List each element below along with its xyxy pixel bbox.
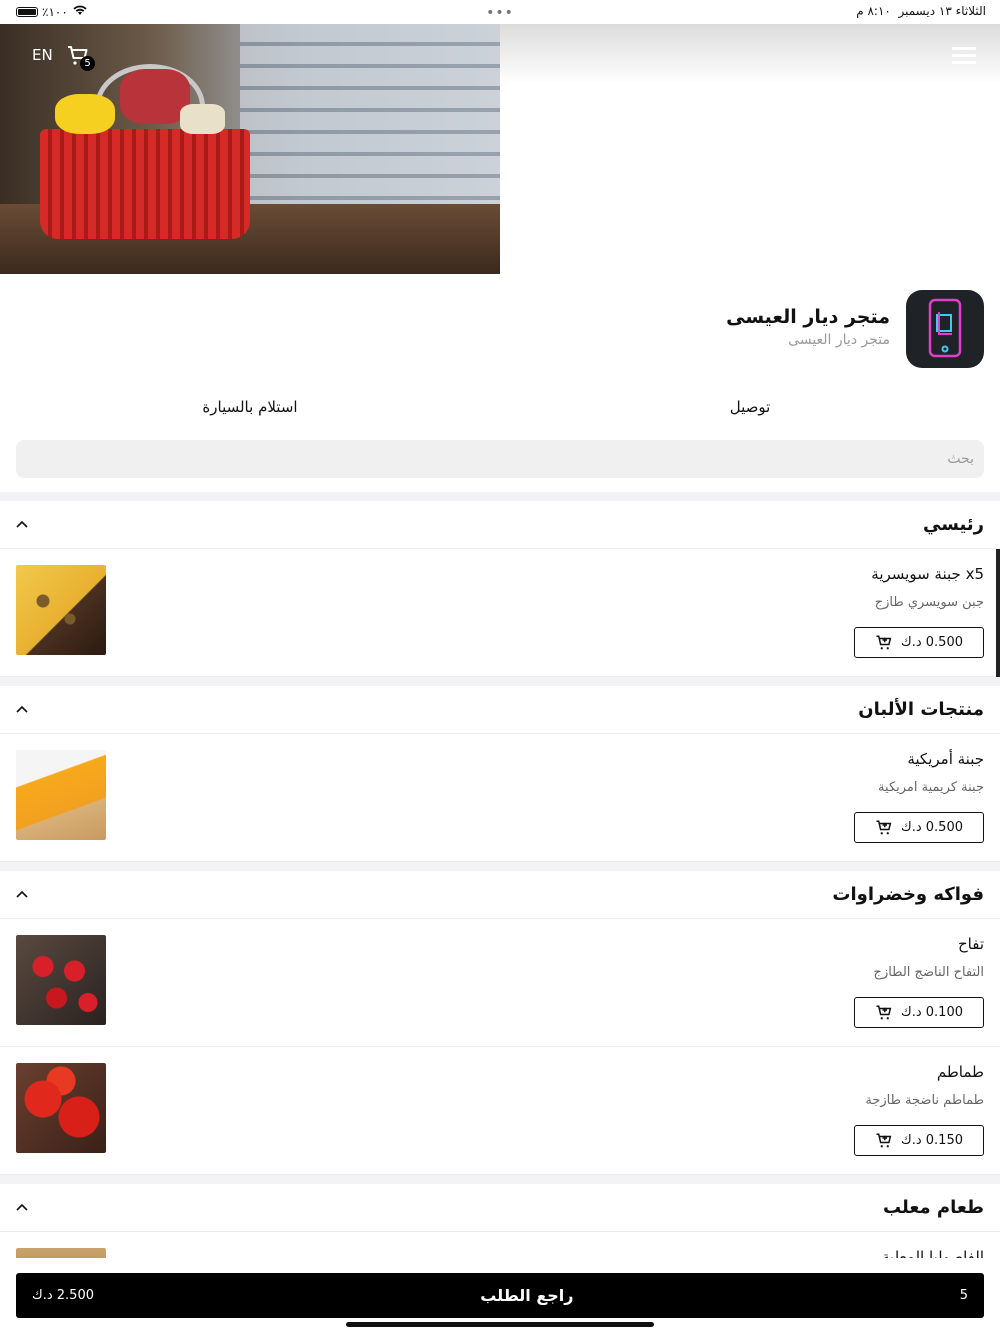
store-logo <box>906 290 984 368</box>
section-header[interactable]: رئيسي <box>0 501 1000 549</box>
item-description: التفاح الناضج الطازج <box>873 965 984 980</box>
item-name: طماطم <box>936 1063 984 1081</box>
multitask-dots-icon[interactable]: ••• <box>486 5 514 21</box>
section-header[interactable]: طعام معلب <box>0 1184 1000 1232</box>
wifi-icon <box>72 4 88 19</box>
list-item[interactable]: طماطم طماطم ناضجة طازجة 0.150 د.ك <box>0 1047 1000 1175</box>
item-description: طماطم ناضجة طازجة <box>865 1093 984 1108</box>
chevron-up-icon[interactable] <box>16 704 28 716</box>
status-left: ٪١٠٠ <box>16 4 88 19</box>
search-input[interactable] <box>16 440 984 478</box>
list-item[interactable]: x5 جبنة سويسرية جبن سويسري طازج 0.500 د.… <box>0 549 1000 677</box>
chevron-up-icon[interactable] <box>16 1202 28 1214</box>
item-name: الفاصوليا المعلبة <box>882 1248 984 1258</box>
home-indicator[interactable] <box>346 1322 654 1327</box>
section-title: طعام معلب <box>882 1197 984 1218</box>
tomatoes-image[interactable] <box>16 1063 106 1153</box>
tab-delivery[interactable]: توصيل <box>500 398 1000 416</box>
swiss-cheese-image[interactable] <box>16 565 106 655</box>
order-total: 2.500 د.ك <box>32 1288 94 1303</box>
status-bar: ٪١٠٠ ••• الثلاثاء ١٣ ديسمبر ٨:١٠ م <box>0 0 1000 24</box>
cart-add-icon <box>876 635 892 649</box>
section-title: رئيسي <box>923 514 984 535</box>
item-price: 0.100 د.ك <box>901 1005 963 1020</box>
add-to-cart-button[interactable]: 0.500 د.ك <box>854 627 984 658</box>
battery-icon <box>16 6 38 17</box>
item-description: جبن سويسري طازج <box>874 595 984 610</box>
status-clock: ٨:١٠ م <box>856 4 891 18</box>
american-cheese-image[interactable] <box>16 750 106 840</box>
cart-add-icon <box>876 1133 892 1147</box>
hamburger-menu-icon[interactable] <box>952 47 976 65</box>
language-toggle[interactable]: EN <box>32 46 53 64</box>
add-to-cart-button[interactable]: 0.500 د.ك <box>854 812 984 843</box>
cart-add-icon <box>876 820 892 834</box>
order-item-count: 5 <box>959 1288 968 1303</box>
item-description: جبنة كريمية امريكية <box>878 780 984 795</box>
order-mode-tabs: توصيل استلام بالسيارة <box>0 398 1000 428</box>
item-name: جبنة أمريكية <box>907 750 984 768</box>
store-name: متجر ديار العيسى <box>726 306 890 328</box>
review-order-label: راجع الطلب <box>480 1286 574 1305</box>
store-subtitle: متجر ديار العيسى <box>788 332 890 348</box>
cart-count-badge: 5 <box>80 56 95 71</box>
cart-add-icon <box>876 1005 892 1019</box>
chevron-up-icon[interactable] <box>16 519 28 531</box>
list-item[interactable]: الفاصوليا المعلبة <box>0 1232 1000 1258</box>
section-header[interactable]: منتجات الألبان <box>0 686 1000 734</box>
chevron-up-icon[interactable] <box>16 889 28 901</box>
item-name: x5 جبنة سويسرية <box>871 565 984 583</box>
add-to-cart-button[interactable]: 0.150 د.ك <box>854 1125 984 1156</box>
item-price: 0.500 د.ك <box>901 635 963 650</box>
section-title: فواكه وخضراوات <box>832 884 984 905</box>
section-header[interactable]: فواكه وخضراوات <box>0 871 1000 919</box>
hero-banner: EN 5 <box>0 24 1000 274</box>
store-info: متجر ديار العيسى متجر ديار العيسى <box>0 288 1000 368</box>
menu-list: رئيسي x5 جبنة سويسرية جبن سويسري طازج 0.… <box>0 492 1000 1258</box>
list-item[interactable]: جبنة أمريكية جبنة كريمية امريكية 0.500 د… <box>0 734 1000 862</box>
tab-car-pickup[interactable]: استلام بالسيارة <box>0 398 500 416</box>
status-date: الثلاثاء ١٣ ديسمبر <box>898 4 986 18</box>
list-item[interactable]: تفاح التفاح الناضج الطازج 0.100 د.ك <box>0 919 1000 1047</box>
item-price: 0.500 د.ك <box>901 820 963 835</box>
add-to-cart-button[interactable]: 0.100 د.ك <box>854 997 984 1028</box>
item-name: تفاح <box>957 935 984 953</box>
item-price: 0.150 د.ك <box>901 1133 963 1148</box>
scrollbar[interactable] <box>996 549 1000 677</box>
section-title: منتجات الألبان <box>858 699 984 720</box>
apples-image[interactable] <box>16 935 106 1025</box>
review-order-button[interactable]: 5 راجع الطلب 2.500 د.ك <box>16 1273 984 1318</box>
status-time: الثلاثاء ١٣ ديسمبر ٨:١٠ م <box>856 4 986 18</box>
battery-level: ٪١٠٠ <box>42 4 68 19</box>
canned-beans-image[interactable] <box>16 1248 106 1258</box>
